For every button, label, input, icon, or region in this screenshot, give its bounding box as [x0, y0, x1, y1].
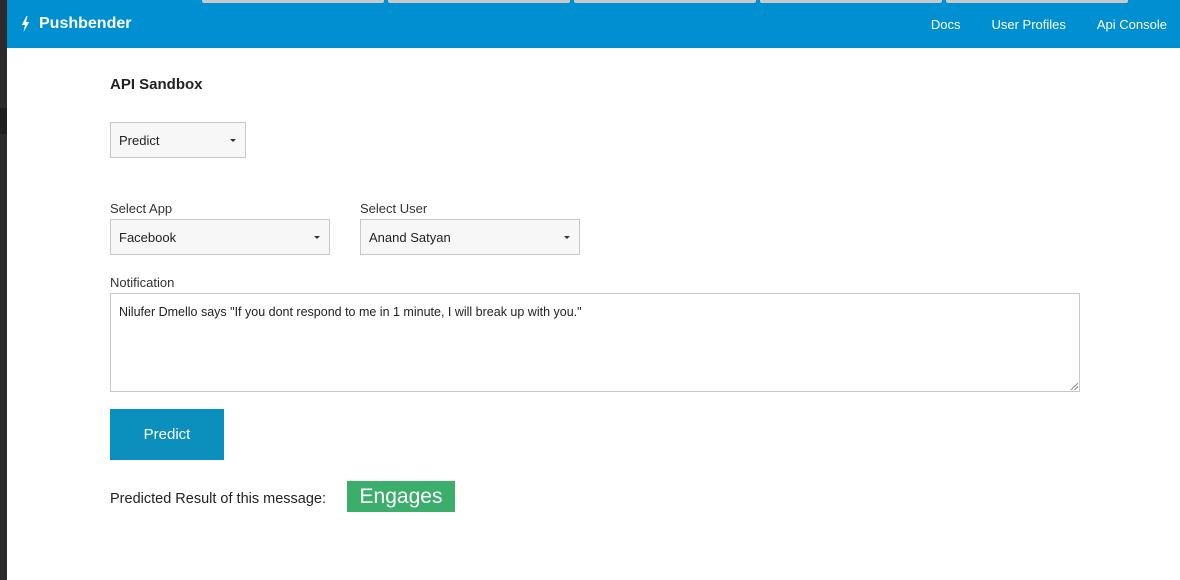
result-badge: Engages — [347, 481, 455, 512]
nav-link-docs[interactable]: Docs — [931, 17, 961, 32]
endpoint-select[interactable]: Predict — [110, 122, 246, 158]
chevron-down-icon — [230, 139, 236, 142]
app-select[interactable]: Facebook — [110, 219, 330, 255]
app-select-value: Facebook — [119, 229, 177, 245]
nav-links: Docs User Profiles Api Console — [900, 0, 1167, 48]
notification-textarea[interactable]: Nilufer Dmello says "If you dont respond… — [110, 293, 1080, 392]
resize-grip-icon[interactable] — [1070, 382, 1078, 390]
chevron-down-icon — [564, 236, 570, 239]
chevron-down-icon — [314, 236, 320, 239]
user-select-value: Anand Satyan — [369, 229, 451, 245]
page-title: API Sandbox — [110, 76, 203, 93]
left-edge-notch — [0, 108, 7, 134]
lightning-bolt-icon — [21, 16, 30, 32]
result-label: Predicted Result of this message: — [110, 491, 326, 507]
nav-link-user-profiles[interactable]: User Profiles — [991, 17, 1065, 32]
user-select[interactable]: Anand Satyan — [360, 219, 580, 255]
notification-label: Notification — [110, 275, 175, 290]
select-user-label: Select User — [360, 201, 428, 216]
left-window-edge — [0, 0, 7, 580]
brand-name: Pushbender — [39, 15, 132, 32]
predict-button[interactable]: Predict — [110, 409, 224, 460]
brand-logo[interactable]: Pushbender — [21, 0, 131, 48]
nav-link-api-console[interactable]: Api Console — [1097, 17, 1167, 32]
top-navbar: Pushbender Docs User Profiles Api Consol… — [7, 0, 1180, 48]
select-app-label: Select App — [110, 201, 173, 216]
endpoint-select-value: Predict — [119, 132, 160, 148]
